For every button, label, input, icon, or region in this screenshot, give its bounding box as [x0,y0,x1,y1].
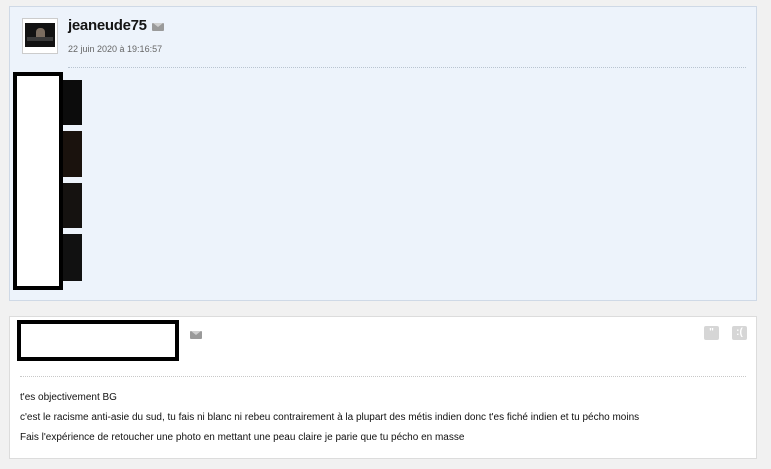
quote-icon[interactable]: " [704,326,719,340]
post-message: t'es objectivement BG c'est le racisme a… [20,391,639,451]
mail-icon[interactable] [152,23,164,31]
avatar[interactable] [22,18,58,54]
smiley-icon[interactable]: :( [732,326,747,340]
mail-icon[interactable] [190,331,202,339]
message-line: c'est le racisme anti-asie du sud, tu fa… [20,412,640,423]
forum-page: jeaneude75 22 juin 2020 à 19:16:57 " :( … [0,0,771,469]
message-line: t'es objectivement BG [20,392,117,403]
post-divider [20,376,746,377]
forum-post: " :( t'es objectivement BG c'est le raci… [9,316,757,459]
post-username[interactable]: jeaneude75 [68,17,147,34]
forum-post-highlighted: jeaneude75 22 juin 2020 à 19:16:57 [9,6,757,301]
avatar-image [25,23,55,47]
message-line: Fais l'expérience de retoucher une photo… [20,432,465,443]
censored-user-header [17,320,179,361]
censor-block [13,72,63,290]
post-date: 22 juin 2020 à 19:16:57 [68,44,163,54]
post-divider [68,67,746,68]
